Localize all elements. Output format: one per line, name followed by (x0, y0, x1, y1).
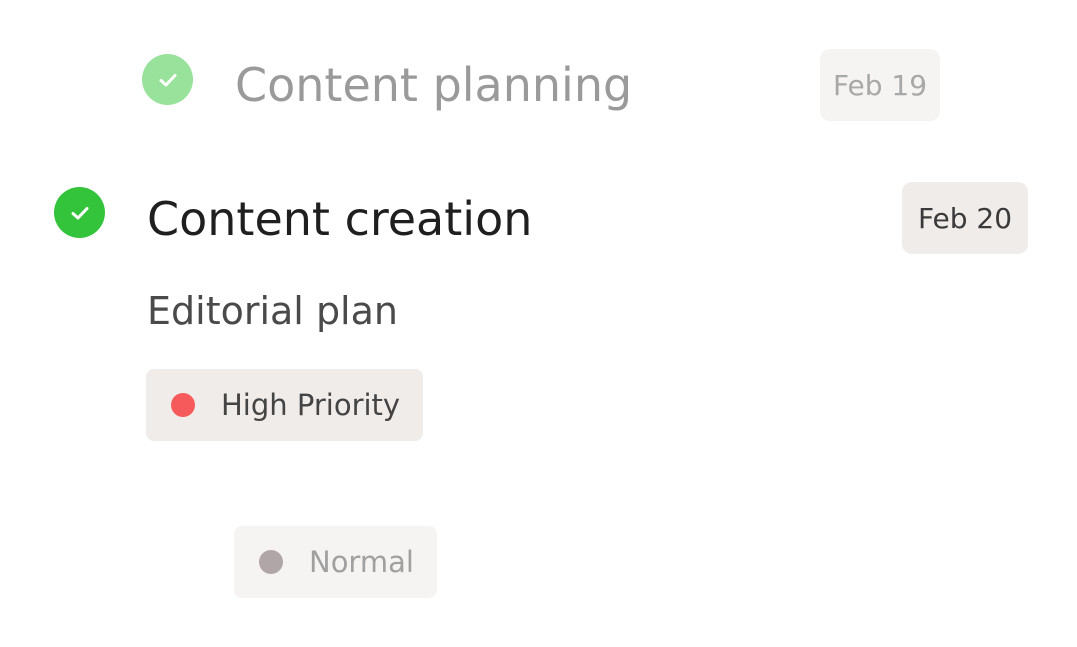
priority-tag-label: Normal (309, 544, 414, 579)
task-complete-checkbox-content-creation[interactable] (54, 187, 105, 238)
task-title-content-creation[interactable]: Content creation (147, 196, 532, 242)
priority-tag-normal[interactable]: Normal (234, 526, 437, 598)
priority-tag-high[interactable]: High Priority (146, 369, 423, 441)
priority-tag-label: High Priority (221, 387, 401, 422)
red-dot-icon (171, 393, 195, 417)
due-date-chip-content-planning[interactable]: Feb 19 (820, 49, 940, 121)
due-date-chip-content-creation[interactable]: Feb 20 (902, 182, 1028, 254)
gray-dot-icon (259, 550, 283, 574)
check-icon (159, 73, 176, 86)
check-icon (71, 206, 88, 219)
task-title-content-planning[interactable]: Content planning (235, 62, 632, 108)
task-complete-checkbox-content-planning[interactable] (142, 54, 193, 105)
subtask-title[interactable]: Editorial plan (147, 292, 398, 330)
